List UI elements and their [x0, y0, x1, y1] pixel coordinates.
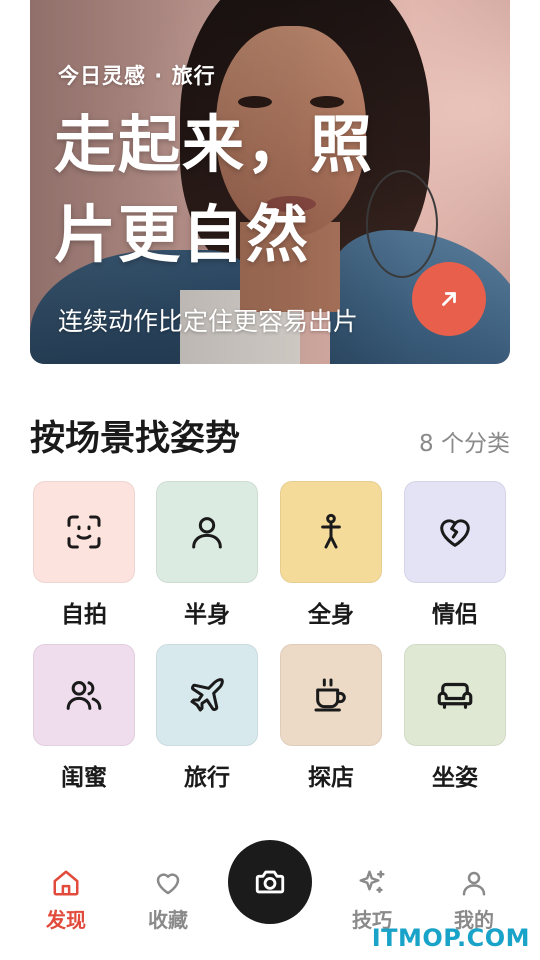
nav-profile[interactable]: 我的	[429, 866, 519, 933]
hero-open-button[interactable]	[412, 262, 486, 336]
category-count: 8 个分类	[419, 431, 510, 457]
nav-label: 发现	[46, 908, 86, 932]
sparkle-icon	[359, 870, 385, 893]
hero-subtitle: 连续动作比定住更容易出片	[58, 307, 359, 336]
category-travel[interactable]: 旅行	[156, 644, 258, 792]
category-label: 全身	[308, 602, 354, 628]
standing-figure-icon	[321, 513, 341, 549]
watermark: ITMOP.COM	[371, 924, 530, 952]
category-sitting[interactable]: 坐姿	[404, 644, 506, 792]
category-label: 坐姿	[432, 765, 478, 791]
heart-icon	[440, 519, 470, 547]
category-selfie[interactable]: 自拍	[33, 481, 135, 629]
two-people-icon	[66, 681, 102, 710]
person-bust-icon	[192, 517, 222, 549]
face-scan-icon	[67, 515, 101, 549]
coffee-cup-icon	[314, 678, 346, 712]
section-title: 按场景找姿势	[30, 419, 241, 459]
category-label: 探店	[308, 765, 354, 791]
nav-tips[interactable]: 技巧	[327, 866, 417, 933]
category-label: 闺蜜	[61, 765, 107, 791]
camera-button[interactable]	[228, 840, 312, 924]
hero-banner[interactable]: 今日灵感 · 旅行 走起来，照片更自然 连续动作比定住更容易出片	[30, 0, 510, 364]
category-couple[interactable]: 情侣	[404, 481, 506, 629]
category-half-body[interactable]: 半身	[156, 481, 258, 629]
category-label: 旅行	[184, 765, 230, 791]
category-label: 自拍	[61, 602, 107, 628]
category-friends[interactable]: 闺蜜	[33, 644, 135, 792]
category-label: 情侣	[432, 602, 478, 628]
nav-discover[interactable]: 发现	[21, 866, 111, 933]
heart-outline-icon	[156, 873, 180, 895]
category-label: 半身	[184, 602, 230, 628]
airplane-icon	[190, 678, 224, 712]
hero-kicker: 今日灵感 · 旅行	[58, 64, 216, 88]
sofa-icon	[437, 682, 473, 709]
camera-icon	[255, 870, 285, 894]
home-icon	[53, 870, 79, 896]
nav-favorites[interactable]: 收藏	[123, 866, 213, 933]
arrow-up-right-icon	[442, 292, 456, 306]
nav-label: 收藏	[148, 908, 188, 932]
hero-title: 走起来，照片更自然	[54, 108, 375, 271]
user-icon	[462, 871, 486, 896]
category-cafe[interactable]: 探店	[280, 644, 382, 792]
category-full-body[interactable]: 全身	[280, 481, 382, 629]
